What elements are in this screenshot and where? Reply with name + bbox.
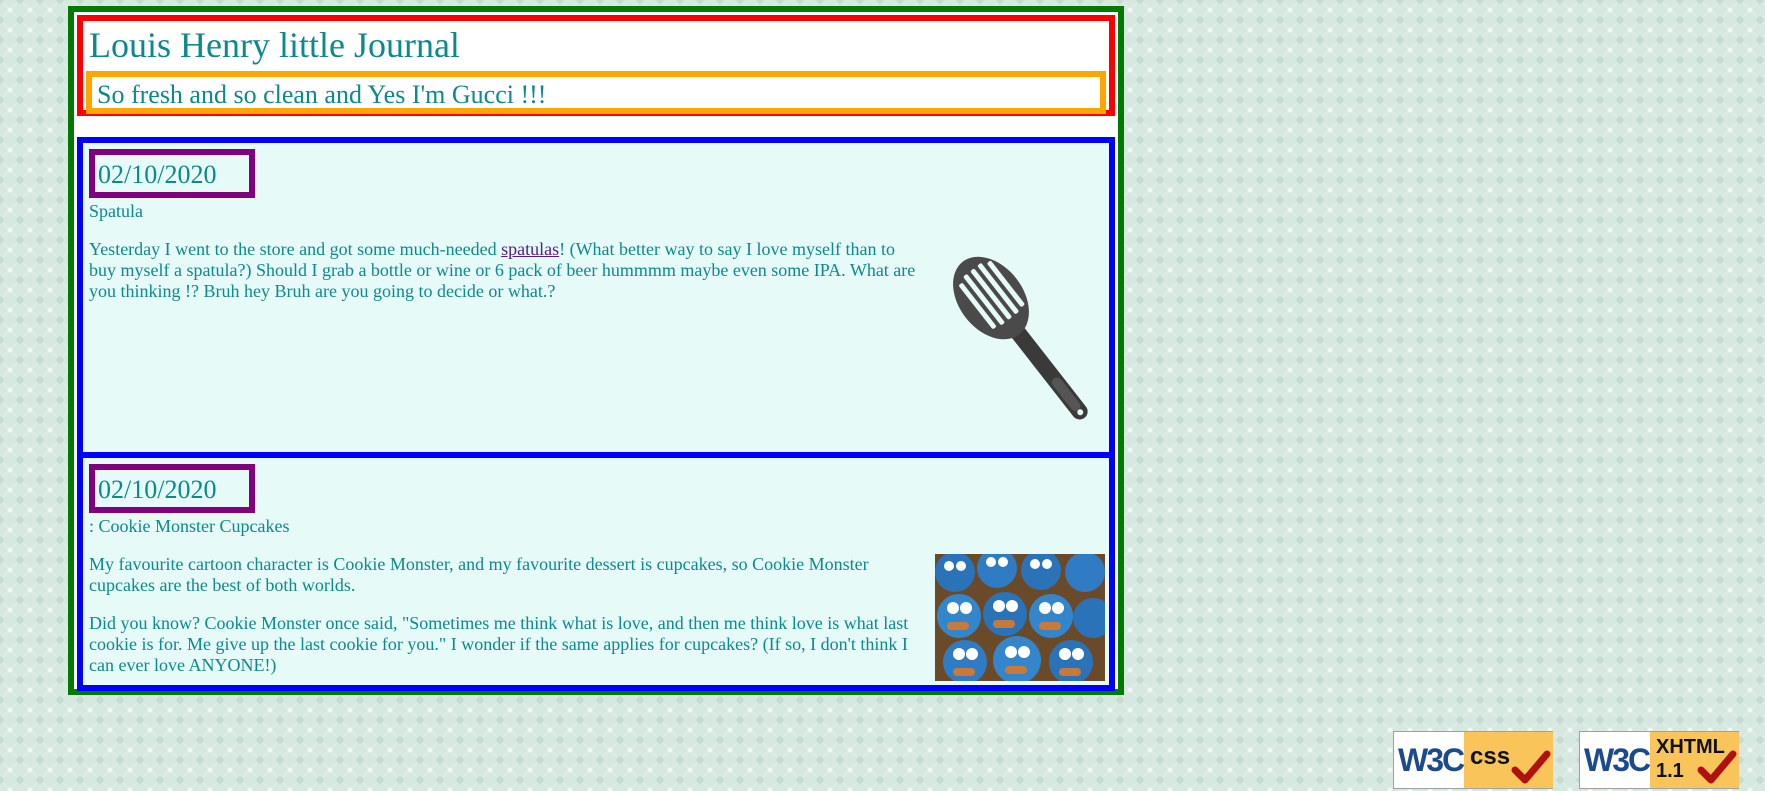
entry-paragraph: Yesterday I went to the store and got so… <box>89 239 919 302</box>
w3c-css-valid-badge[interactable]: W3C css <box>1393 731 1553 789</box>
spatula-image <box>953 256 1088 420</box>
spatulas-link[interactable]: spatulas <box>501 239 559 259</box>
entry-paragraph: Did you know? Cookie Monster once said, … <box>89 613 909 675</box>
entry-date: 02/10/2020 <box>98 475 217 504</box>
journal-entry: 02/10/2020 Spatula Yesterday I went to t… <box>77 137 1115 458</box>
badge-label-area: XHTML 1.1 <box>1650 732 1739 788</box>
site-header: Louis Henry little Journal So fresh and … <box>77 15 1115 116</box>
spatula-grip <box>1051 377 1081 411</box>
entry-date: 02/10/2020 <box>98 160 217 189</box>
site-title: Louis Henry little Journal <box>89 25 460 65</box>
w3c-logo: W3C <box>1584 742 1651 778</box>
entry-text: Yesterday I went to the store and got so… <box>89 239 502 259</box>
entry-title: Spatula <box>89 201 143 221</box>
entry-date-box: 02/10/2020 <box>89 149 255 198</box>
badge-version: 1.1 <box>1656 760 1684 782</box>
journal-entry: 02/10/2020 : Cookie Monster Cupcakes My … <box>77 452 1115 691</box>
checkmark-icon <box>1697 750 1737 784</box>
tagline: So fresh and so clean and Yes I'm Gucci … <box>97 80 547 109</box>
badge-label-area: css <box>1464 732 1553 788</box>
entry-paragraph: My favourite cartoon character is Cookie… <box>89 554 869 595</box>
entry-title: : Cookie Monster Cupcakes <box>89 516 290 536</box>
cookie-monster-cupcakes-image <box>935 554 1105 681</box>
entry-body: Yesterday I went to the store and got so… <box>89 239 919 319</box>
w3c-logo: W3C <box>1398 742 1465 778</box>
checkmark-icon <box>1511 750 1551 784</box>
entry-body: My favourite cartoon character is Cookie… <box>89 554 919 693</box>
page-container: Louis Henry little Journal So fresh and … <box>68 6 1124 695</box>
entry-date-box: 02/10/2020 <box>89 464 255 513</box>
badge-label: css <box>1470 743 1511 770</box>
tagline-box: So fresh and so clean and Yes I'm Gucci … <box>86 71 1106 114</box>
w3c-xhtml-valid-badge[interactable]: W3C XHTML 1.1 <box>1579 731 1739 789</box>
